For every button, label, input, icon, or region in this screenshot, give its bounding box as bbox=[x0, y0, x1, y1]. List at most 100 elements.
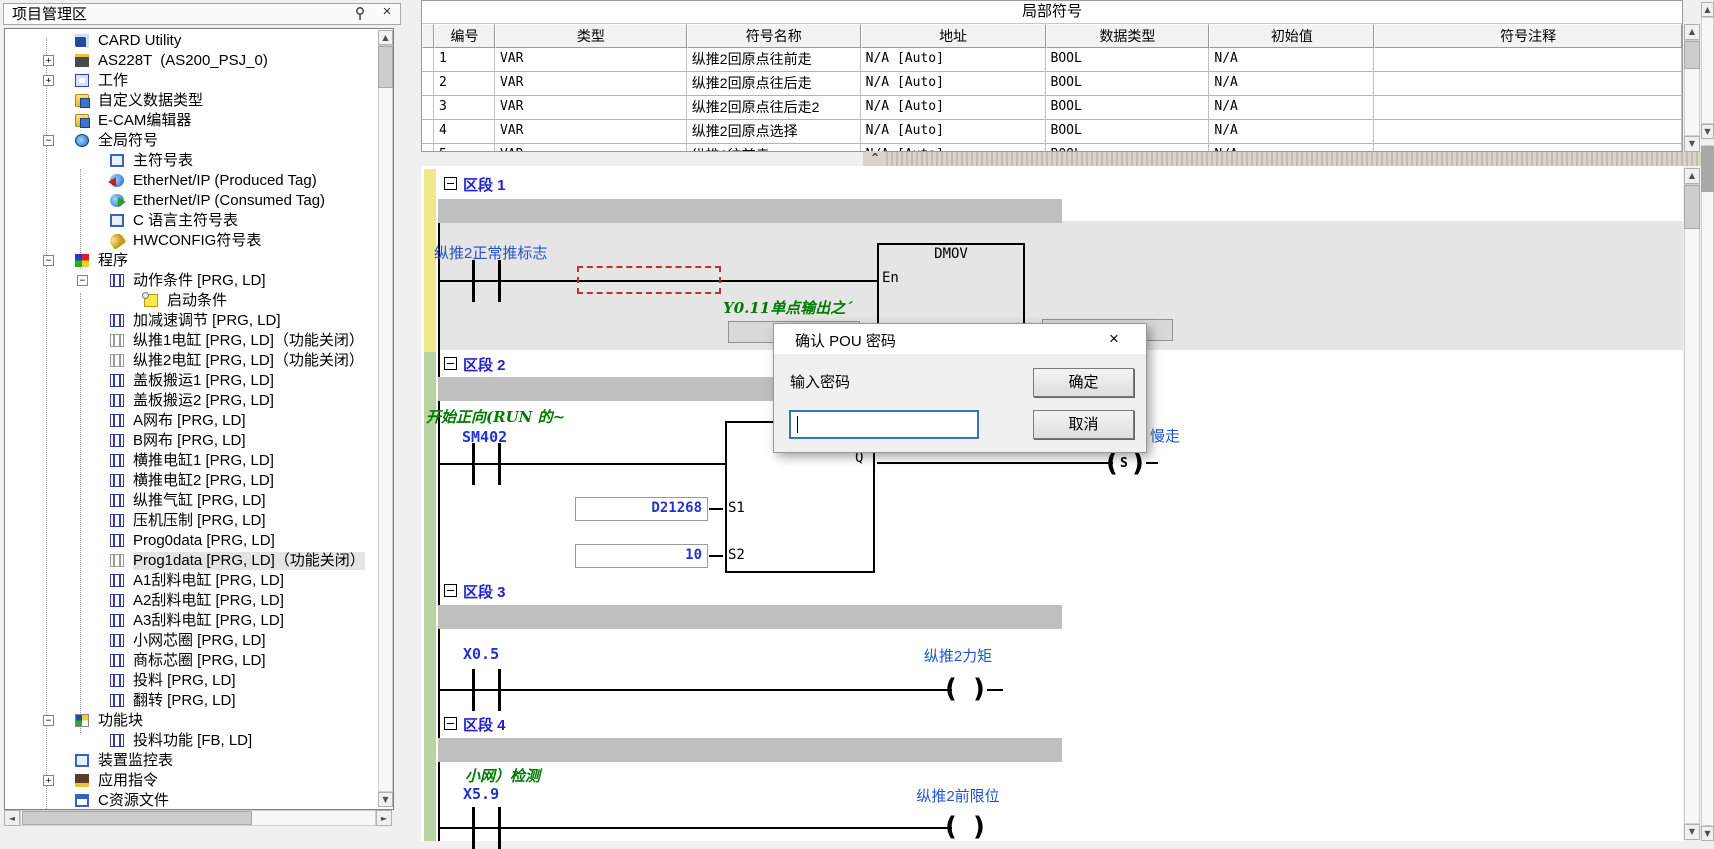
output-coil[interactable]: ) bbox=[973, 814, 985, 840]
tree-item-label[interactable]: 压机压制 [PRG, LD] bbox=[133, 512, 266, 530]
tree-item-label[interactable]: AS228T (AS200_PSJ_0) bbox=[98, 52, 268, 70]
password-input[interactable] bbox=[789, 410, 979, 439]
row-gutter[interactable] bbox=[422, 72, 434, 96]
tree-item[interactable]: 压机压制 [PRG, LD] bbox=[5, 511, 377, 531]
column-header[interactable]: 类型 bbox=[495, 24, 687, 48]
tree-item-label[interactable]: 投料 [PRG, LD] bbox=[133, 672, 236, 690]
window-scroll2-down-button[interactable]: ▼ bbox=[1701, 826, 1714, 841]
column-header[interactable]: 数据类型 bbox=[1046, 24, 1210, 48]
operand-field[interactable]: 10 bbox=[575, 544, 708, 568]
column-header[interactable]: 符号名称 bbox=[687, 24, 861, 48]
tree-item[interactable]: 翻转 [PRG, LD] bbox=[5, 691, 377, 711]
tree-item-label[interactable]: B网布 [PRG, LD] bbox=[133, 432, 246, 450]
tree-item[interactable]: +工作 bbox=[5, 71, 377, 91]
table-cell[interactable]: VAR bbox=[495, 72, 687, 96]
symbol-scrollbar-thumb[interactable] bbox=[1684, 41, 1700, 69]
tree-item-label[interactable]: 纵推气缸 [PRG, LD] bbox=[133, 492, 266, 510]
table-cell[interactable]: N/A bbox=[1209, 96, 1374, 120]
table-cell[interactable]: 纵推2回原点选择 bbox=[687, 120, 861, 144]
dialog-titlebar[interactable]: 确认 POU 密码 × bbox=[774, 324, 1146, 354]
table-cell[interactable] bbox=[1374, 120, 1682, 144]
tree-item[interactable]: Prog0data [PRG, LD] bbox=[5, 531, 377, 551]
table-cell[interactable]: VAR bbox=[495, 48, 687, 72]
contact-element[interactable] bbox=[472, 260, 475, 302]
tree-item[interactable]: −功能块 bbox=[5, 711, 377, 731]
symbol-scroll-up-button[interactable]: ▲ bbox=[1684, 24, 1700, 40]
tree-item-label[interactable]: 动作条件 [PRG, LD] bbox=[133, 272, 266, 290]
table-cell[interactable]: BOOL bbox=[1046, 144, 1210, 152]
tree-item[interactable]: − 动作条件 [PRG, LD] bbox=[5, 271, 377, 291]
tree-item[interactable]: HWCONFIG符号表 bbox=[5, 231, 377, 251]
tree-item-label[interactable]: 工作 bbox=[98, 72, 128, 90]
table-cell[interactable]: BOOL bbox=[1046, 96, 1210, 120]
table-cell[interactable]: 2 bbox=[434, 72, 495, 96]
tree-scrollbar-thumb[interactable] bbox=[378, 46, 393, 88]
table-cell[interactable]: N/A [Auto] bbox=[861, 144, 1046, 152]
tree-item[interactable]: −全局符号 bbox=[5, 131, 377, 151]
window-scroll-up-button[interactable]: ▲ bbox=[1701, 2, 1714, 17]
contact-element[interactable] bbox=[472, 807, 475, 849]
table-cell[interactable] bbox=[1374, 48, 1682, 72]
tree-item[interactable]: 纵推2电缸 [PRG, LD]（功能关闭） bbox=[5, 351, 377, 371]
tree-item-label[interactable]: CARD Utility bbox=[98, 32, 181, 50]
tree-item-label[interactable]: 自定义数据类型 bbox=[98, 92, 203, 110]
tree-item-label[interactable]: 功能块 bbox=[98, 712, 143, 730]
table-cell[interactable]: BOOL bbox=[1046, 120, 1210, 144]
collapse-icon[interactable]: − bbox=[77, 275, 88, 286]
tree-item[interactable]: 加减速调节 [PRG, LD] bbox=[5, 311, 377, 331]
tree-item-label[interactable]: 主符号表 bbox=[133, 152, 193, 170]
tree-item[interactable]: C资源文件 bbox=[5, 791, 377, 810]
table-cell[interactable] bbox=[1374, 72, 1682, 96]
table-cell[interactable]: N/A [Auto] bbox=[861, 48, 1046, 72]
tree-item[interactable]: 主符号表 bbox=[5, 151, 377, 171]
table-cell[interactable]: 纵推2回原点往前走 bbox=[687, 48, 861, 72]
tree-item[interactable]: A3刮料电缸 [PRG, LD] bbox=[5, 611, 377, 631]
tree-item-label[interactable]: 启动条件 bbox=[167, 292, 227, 310]
tree-item-label[interactable]: 全局符号 bbox=[98, 132, 158, 150]
tree-item-label[interactable]: 盖板搬运2 [PRG, LD] bbox=[133, 392, 274, 410]
table-cell[interactable]: N/A [Auto] bbox=[861, 72, 1046, 96]
tree-item[interactable]: A1刮料电缸 [PRG, LD] bbox=[5, 571, 377, 591]
output-coil[interactable]: ( bbox=[945, 676, 957, 702]
expand-icon[interactable]: + bbox=[43, 55, 54, 66]
window-scroll-down-button[interactable]: ▼ bbox=[1701, 124, 1714, 139]
tree-item[interactable]: −程序 bbox=[5, 251, 377, 271]
tree-item-label[interactable]: Prog0data [PRG, LD] bbox=[133, 532, 275, 550]
tree-item[interactable]: A网布 [PRG, LD] bbox=[5, 411, 377, 431]
tree-item-label[interactable]: 商标芯圈 [PRG, LD] bbox=[133, 652, 266, 670]
table-cell[interactable]: N/A [Auto] bbox=[861, 96, 1046, 120]
tree-item[interactable]: 投料 [PRG, LD] bbox=[5, 671, 377, 691]
tree-hscrollbar-thumb[interactable] bbox=[22, 811, 252, 825]
tree-item-label[interactable]: 投料功能 [FB, LD] bbox=[133, 732, 252, 750]
tree-item[interactable]: CARD Utility bbox=[5, 31, 377, 51]
tree-item[interactable]: 装置监控表 bbox=[5, 751, 377, 771]
ok-button[interactable]: 确定 bbox=[1033, 368, 1134, 397]
tree-item-label[interactable]: A1刮料电缸 [PRG, LD] bbox=[133, 572, 284, 590]
operand-field[interactable]: D21268 bbox=[575, 497, 708, 521]
tree-item-label[interactable]: 小网芯圈 [PRG, LD] bbox=[133, 632, 266, 650]
table-cell[interactable]: 纵推2回原点往后走 bbox=[687, 72, 861, 96]
contact-element[interactable] bbox=[498, 807, 501, 849]
tree-item-label[interactable]: HWCONFIG符号表 bbox=[133, 232, 261, 250]
tree-item[interactable]: 纵推气缸 [PRG, LD] bbox=[5, 491, 377, 511]
pin-icon[interactable] bbox=[352, 6, 368, 22]
tree-item[interactable]: 横推电缸1 [PRG, LD] bbox=[5, 451, 377, 471]
tree-item-label[interactable]: 程序 bbox=[98, 252, 128, 270]
ladder-scrollbar-track[interactable] bbox=[1684, 184, 1700, 824]
table-cell[interactable]: N/A [Auto] bbox=[861, 120, 1046, 144]
table-cell[interactable]: VAR bbox=[495, 96, 687, 120]
tree-item[interactable]: 盖板搬运2 [PRG, LD] bbox=[5, 391, 377, 411]
tree-scrollbar-track[interactable] bbox=[378, 45, 393, 792]
table-cell[interactable] bbox=[1374, 144, 1682, 152]
tree-item-label[interactable]: 应用指令 bbox=[98, 772, 158, 790]
window-scrollbar2-thumb[interactable] bbox=[1701, 146, 1714, 192]
column-header[interactable]: 编号 bbox=[434, 24, 495, 48]
ladder-scroll-up-button[interactable]: ▲ bbox=[1684, 168, 1700, 184]
window-scrollbar2-track[interactable] bbox=[1701, 145, 1714, 826]
output-coil[interactable]: ) bbox=[973, 676, 985, 702]
section4-collapse-icon[interactable] bbox=[444, 717, 457, 730]
tree-item-label[interactable]: 横推电缸2 [PRG, LD] bbox=[133, 472, 274, 490]
section3-collapse-icon[interactable] bbox=[444, 584, 457, 597]
section4-header[interactable]: 区段 4 bbox=[463, 714, 506, 735]
table-cell[interactable]: N/A bbox=[1209, 120, 1374, 144]
